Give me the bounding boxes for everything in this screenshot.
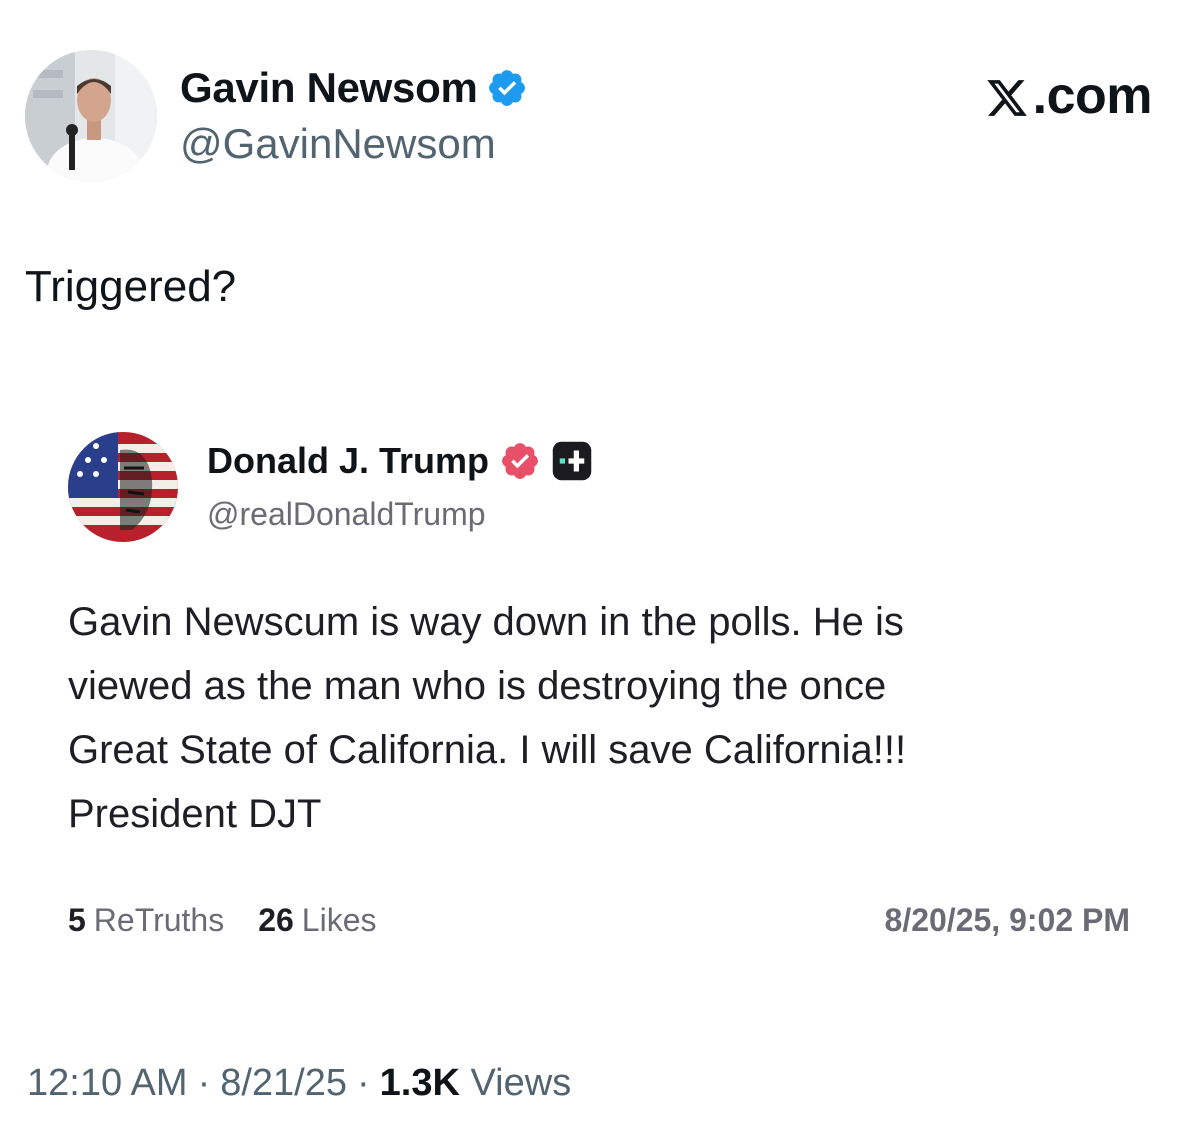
separator: · (197, 1062, 211, 1104)
verified-badge-icon (502, 443, 538, 479)
likes-label: Likes (301, 902, 377, 938)
retruths-stat[interactable]: 5 ReTruths (68, 902, 224, 939)
author-handle[interactable]: @GavinNewsom (180, 120, 496, 168)
quoted-author-handle[interactable]: @realDonaldTrump (207, 496, 486, 533)
quoted-author-name[interactable]: Donald J. Trump (207, 440, 593, 482)
quoted-post-stats: 5 ReTruths 26 Likes (68, 902, 377, 939)
quoted-post-timestamp[interactable]: 8/20/25, 9:02 PM (885, 902, 1130, 939)
likes-count: 26 (258, 902, 294, 938)
quoted-post-body: Gavin Newscum is way down in the polls. … (68, 590, 1148, 846)
retruths-label: ReTruths (93, 902, 225, 938)
verified-badge-icon (488, 70, 525, 106)
retruths-count: 5 (68, 902, 86, 938)
quoted-post-line: viewed as the man who is destroying the … (68, 664, 887, 708)
author-name-text[interactable]: Gavin Newsom (180, 64, 478, 112)
quoted-author-name-text[interactable]: Donald J. Trump (207, 440, 489, 482)
post-date[interactable]: 8/21/25 (220, 1062, 347, 1104)
likes-stat[interactable]: 26 Likes (258, 902, 376, 939)
x-logo-icon (986, 80, 1027, 116)
brand-watermark: .com (985, 66, 1153, 126)
views-count: 1.3K (379, 1062, 460, 1104)
separator: · (357, 1062, 370, 1104)
quoted-post-line: President DJT (68, 792, 322, 836)
quoted-post-line: Gavin Newscum is way down in the polls. … (68, 600, 904, 644)
post-text: Triggered? (25, 262, 237, 311)
quoted-author-avatar[interactable] (68, 432, 178, 542)
author-name[interactable]: Gavin Newsom (180, 64, 528, 112)
truth-plus-icon (552, 441, 592, 481)
post-footer: 12:10 AM · 8/21/25 · 1.3K Views (27, 1062, 571, 1105)
post-time[interactable]: 12:10 AM (27, 1062, 188, 1104)
quoted-post-line: Great State of California. I will save C… (68, 728, 907, 772)
brand-text: .com (1032, 67, 1153, 125)
views-label: Views (470, 1062, 572, 1104)
author-avatar[interactable] (25, 50, 157, 182)
